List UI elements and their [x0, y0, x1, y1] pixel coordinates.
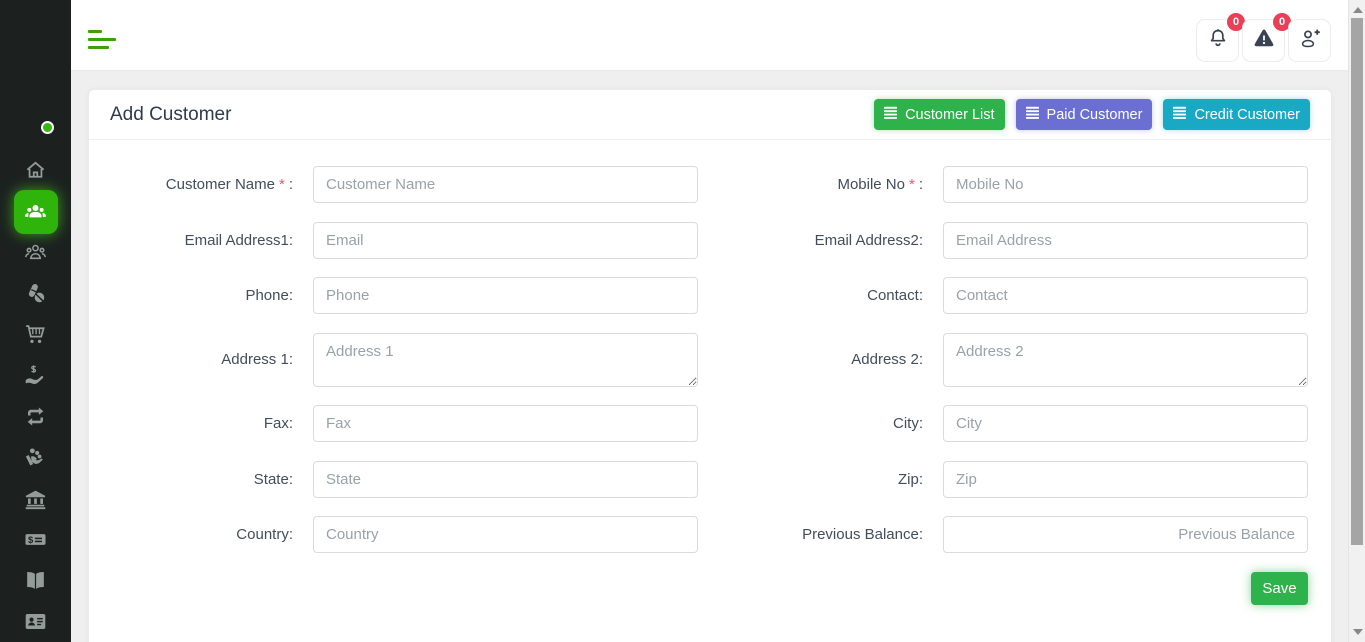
paid-customer-button[interactable]: Paid Customer	[1016, 99, 1153, 130]
top-header: 0 0	[71, 0, 1348, 70]
warning-triangle-icon	[1252, 26, 1276, 55]
suppliers-icon	[23, 240, 48, 265]
form-row: Address 1: Address 2:	[110, 333, 1308, 387]
sidebar-item-purchases[interactable]	[0, 314, 71, 355]
fax-label: Fax:	[110, 415, 313, 432]
hand-dollar-icon	[23, 363, 48, 388]
sidebar-item-contacts[interactable]	[0, 601, 71, 642]
paid-customer-label: Paid Customer	[1047, 107, 1143, 123]
bell-icon	[1206, 26, 1230, 55]
zip-input[interactable]	[943, 461, 1308, 498]
list-icon	[1026, 106, 1040, 124]
sidebar-nav: $	[0, 150, 71, 642]
form-actions: Save	[110, 572, 1308, 605]
customer-list-label: Customer List	[905, 107, 994, 123]
address2-textarea[interactable]	[943, 333, 1308, 387]
zip-label: Zip:	[698, 471, 943, 488]
sidebar-item-sales[interactable]	[0, 355, 71, 396]
status-dot	[41, 121, 54, 134]
contact-label: Contact:	[698, 287, 943, 304]
sidebar-item-ledger[interactable]	[0, 560, 71, 601]
credit-customer-label: Credit Customer	[1194, 107, 1300, 123]
address1-label: Address 1:	[110, 351, 313, 368]
customers-icon	[14, 190, 58, 234]
customer-name-label: Customer Name*:	[110, 176, 313, 193]
form-row: Phone: Contact:	[110, 277, 1308, 314]
city-label: City:	[698, 415, 943, 432]
save-button[interactable]: Save	[1251, 572, 1308, 605]
card-header: Add Customer Customer List Paid Customer…	[89, 90, 1331, 140]
id-card-icon	[23, 609, 48, 634]
sidebar-item-returns[interactable]	[0, 396, 71, 437]
add-customer-form: Customer Name*: Mobile No*: Email Addres…	[89, 140, 1331, 605]
hand-coins-icon	[23, 445, 48, 470]
home-icon	[23, 158, 48, 183]
sidebar-item-customers[interactable]	[0, 191, 71, 232]
phone-input[interactable]	[313, 277, 698, 314]
bank-icon	[23, 486, 48, 511]
phone-label: Phone:	[110, 287, 313, 304]
list-icon	[1173, 106, 1187, 124]
address2-label: Address 2:	[698, 351, 943, 368]
alerts-button[interactable]: 0	[1242, 19, 1285, 62]
book-icon	[23, 568, 48, 593]
contact-input[interactable]	[943, 277, 1308, 314]
sidebar: $	[0, 0, 71, 642]
state-input[interactable]	[313, 461, 698, 498]
repeat-icon	[23, 404, 48, 429]
sidebar-item-cheque[interactable]: $	[0, 519, 71, 560]
add-user-button[interactable]	[1288, 19, 1331, 62]
fax-input[interactable]	[313, 405, 698, 442]
scroll-up-arrow-icon[interactable]	[1353, 7, 1363, 13]
customer-list-button[interactable]: Customer List	[874, 99, 1004, 130]
page-title: Add Customer	[110, 104, 231, 126]
form-row: State: Zip:	[110, 461, 1308, 498]
mobile-no-input[interactable]	[943, 166, 1308, 203]
cheque-icon: $	[23, 527, 48, 552]
previous-balance-label: Previous Balance:	[698, 526, 943, 543]
scrollbar-thumb[interactable]	[1351, 18, 1363, 545]
credit-customer-button[interactable]: Credit Customer	[1163, 99, 1310, 130]
country-label: Country:	[110, 526, 313, 543]
form-row: Country: Previous Balance:	[110, 516, 1308, 553]
customer-name-input[interactable]	[313, 166, 698, 203]
sidebar-item-suppliers[interactable]	[0, 232, 71, 273]
address1-textarea[interactable]	[313, 333, 698, 387]
previous-balance-input[interactable]	[943, 516, 1308, 553]
mobile-no-label: Mobile No*:	[698, 176, 943, 193]
form-row: Email Address1: Email Address2:	[110, 222, 1308, 259]
sidebar-item-bank[interactable]	[0, 478, 71, 519]
add-customer-card: Add Customer Customer List Paid Customer…	[89, 90, 1331, 642]
country-input[interactable]	[313, 516, 698, 553]
vertical-scrollbar[interactable]	[1348, 0, 1365, 642]
notifications-button[interactable]: 0	[1196, 19, 1239, 62]
list-icon	[884, 106, 898, 124]
form-row: Customer Name*: Mobile No*:	[110, 166, 1308, 203]
email-address2-label: Email Address2:	[698, 232, 943, 249]
pills-icon	[23, 281, 48, 306]
person-plus-icon	[1298, 26, 1322, 55]
svg-text:$: $	[28, 535, 34, 545]
sidebar-item-collections[interactable]	[0, 437, 71, 478]
cart-icon	[23, 322, 48, 347]
sidebar-item-home[interactable]	[0, 150, 71, 191]
hamburger-menu-icon[interactable]	[88, 30, 116, 50]
form-row: Fax: City:	[110, 405, 1308, 442]
toolbar: Customer List Paid Customer Credit Custo…	[874, 99, 1310, 130]
scroll-down-arrow-icon[interactable]	[1353, 629, 1363, 635]
email-address2-input[interactable]	[943, 222, 1308, 259]
email-address1-input[interactable]	[313, 222, 698, 259]
email-address1-label: Email Address1:	[110, 232, 313, 249]
city-input[interactable]	[943, 405, 1308, 442]
state-label: State:	[110, 471, 313, 488]
sidebar-item-medicine[interactable]	[0, 273, 71, 314]
